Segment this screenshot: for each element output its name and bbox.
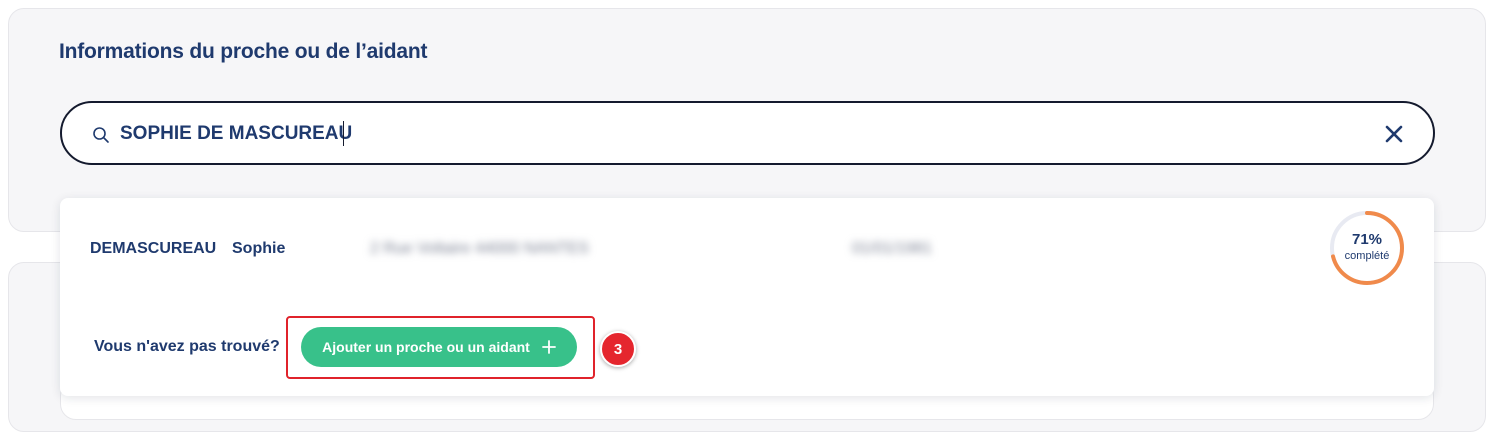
section-title: Informations du proche ou de l’aidant <box>59 40 428 63</box>
completion-progress-ring: 71% complété <box>1329 210 1405 286</box>
step-number-badge: 3 <box>600 331 636 367</box>
result-birth-date: 01/01/1981 <box>852 240 933 257</box>
completion-caption: complété <box>1344 250 1390 262</box>
completion-percent: 71% <box>1351 231 1383 248</box>
not-found-text: Vous n'avez pas trouvé? <box>94 338 280 355</box>
search-bar[interactable] <box>60 101 1435 165</box>
search-results-dropdown: DEMASCUREAU Sophie 2 Rue Voltaire 44000 … <box>60 198 1434 396</box>
result-last-name: DEMASCUREAU <box>90 240 217 257</box>
close-icon[interactable] <box>1383 123 1405 145</box>
text-caret <box>343 121 344 146</box>
search-input[interactable] <box>120 119 1320 149</box>
add-relative-button-label: Ajouter un proche ou un aidant <box>322 339 530 355</box>
progress-ring-graphic <box>1330 211 1404 285</box>
search-result-row[interactable]: DEMASCUREAU Sophie 2 Rue Voltaire 44000 … <box>60 198 1434 302</box>
add-relative-button[interactable]: Ajouter un proche ou un aidant <box>301 327 577 367</box>
plus-icon <box>541 340 556 354</box>
result-first-name: Sophie <box>232 240 286 257</box>
search-icon <box>93 127 109 143</box>
result-address: 2 Rue Voltaire 44000 NANTES <box>370 240 589 257</box>
